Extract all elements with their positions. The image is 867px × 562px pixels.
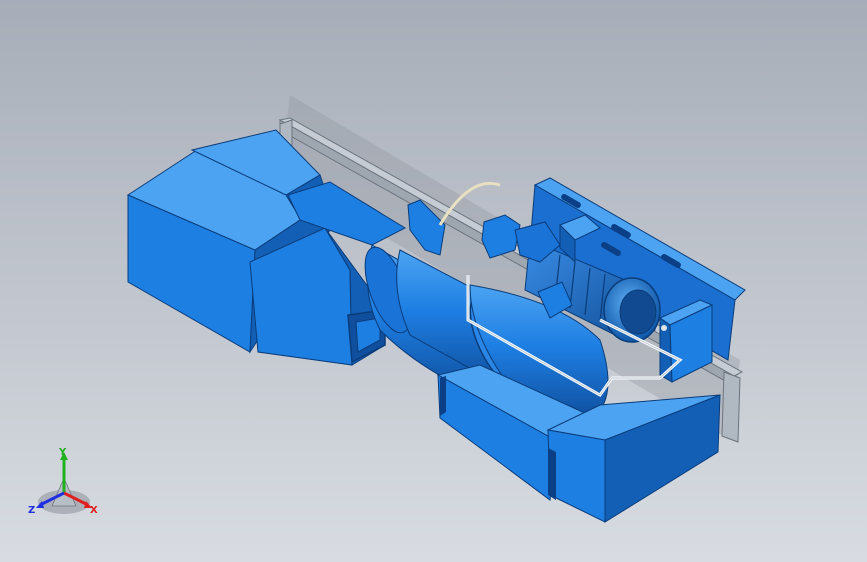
3d-model-view[interactable] xyxy=(0,0,867,562)
z-axis-label: Z xyxy=(28,505,36,516)
cad-viewport[interactable]: Y X Z xyxy=(0,0,867,562)
x-axis-label: X xyxy=(90,505,98,516)
y-axis-label: Y xyxy=(59,447,67,458)
axis-triad[interactable]: Y X Z xyxy=(26,448,106,520)
